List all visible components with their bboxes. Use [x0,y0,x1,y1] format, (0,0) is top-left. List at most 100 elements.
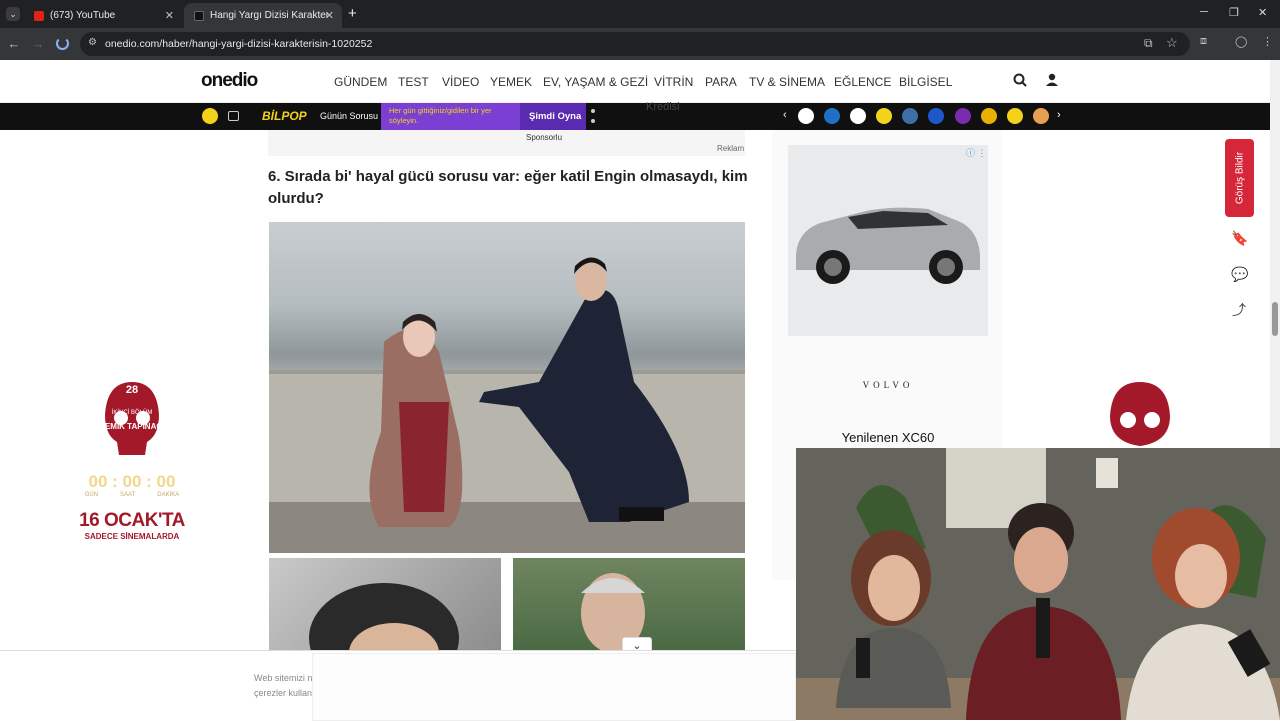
nav-para[interactable]: PARA [705,75,737,89]
bottom-ad-slot [312,653,796,721]
forward-icon[interactable]: → [30,36,46,51]
site-header: onedio GÜNDEM TEST VİDEO YEMEK EV, YAŞAM… [0,60,1270,103]
channel-icon-2[interactable] [824,108,840,124]
url-text[interactable]: onedio.com/haber/hangi-yargi-dizisi-kara… [105,38,372,50]
bilpop-logo[interactable]: BİLPOP [262,109,307,123]
label-saat: SAAT [120,492,136,498]
cast-icon[interactable]: ⧉ [1144,36,1153,51]
chevron-left-icon[interactable]: ‹ [783,109,787,121]
close-window-icon[interactable]: ✕ [1258,6,1267,19]
new-tab-button[interactable]: + [348,5,357,22]
suv-illustration [796,207,980,284]
channel-icon-1[interactable] [798,108,814,124]
user-icon[interactable] [1045,73,1059,87]
label-dakika: DAKİKA [157,492,180,498]
site-info-icon[interactable]: ⚙ [88,37,97,48]
back-icon[interactable]: ← [6,36,22,51]
bilpop-strip: BİLPOP Günün Sorusu Her gün gittiğiniz/g… [0,101,1270,130]
nav-vitrin[interactable]: VİTRİN [654,75,693,89]
comments-icon[interactable]: 💬 [1231,266,1248,282]
channel-icon-5[interactable] [902,108,918,124]
pager-dots[interactable] [591,109,595,123]
car-ad-image[interactable]: ⓘ ⋮ [788,145,988,336]
browser-tab-bar: ⌄ (673) YouTube ✕ Hangi Yargı Dizisi Kar… [0,0,1280,28]
nav-ev-yasam-gezi[interactable]: EV, YAŞAM & GEZİ [543,75,648,89]
channel-icon-4[interactable] [876,108,892,124]
channel-icon-8[interactable] [981,108,997,124]
answer-1-illustration [309,583,459,650]
menu-icon[interactable]: ⋮ [1262,35,1273,48]
ad-info-icon[interactable]: ⓘ ⋮ [966,146,987,159]
bookmark-icon[interactable]: 🔖 [1231,230,1248,246]
feedback-button[interactable]: Görüş Bildir [1225,139,1254,217]
promo-text: Her gün gittiğiniz/gidilen bir yer söyle… [389,106,492,125]
close-tab-icon[interactable]: ✕ [165,9,174,22]
question-title: 6. Sırada bi' hayal gücü sorusu var: eğe… [268,168,748,207]
webcam-scene [796,448,1280,720]
search-icon[interactable] [1013,73,1027,87]
ad-movie-title: KEMİK TAPINAĞI [99,422,165,431]
nav-video[interactable]: VİDEO [442,75,479,89]
nav-tv-sinema[interactable]: TV & SİNEMA [749,75,825,89]
scene-illustration [269,257,745,553]
play-now-button[interactable]: Şimdi Oyna [520,103,586,130]
scroll-thumb[interactable] [1272,302,1278,336]
omnibox[interactable]: ⚙ onedio.com/haber/hangi-yargi-dizisi-ka… [80,32,1190,56]
channel-icon-9[interactable] [1007,108,1023,124]
chevron-right-icon[interactable]: › [1057,109,1061,121]
nav-eglence[interactable]: EĞLENCE [834,75,891,89]
gunun-sorusu-label: Günün Sorusu [320,111,379,121]
profile-icon[interactable]: ◯ [1235,35,1247,48]
feedback-label: Görüş Bildir [1234,151,1245,205]
answer-image-1[interactable] [269,558,501,650]
right-movie-ad[interactable] [1098,380,1182,453]
face-icon[interactable] [202,108,218,124]
youtube-icon [34,10,44,21]
onedio-favicon-icon [194,10,204,21]
tab-title: (673) YouTube [50,10,116,21]
tab-search-button[interactable]: ⌄ [6,7,20,21]
address-bar: ← → ⚙ onedio.com/haber/hangi-yargi-dizis… [0,28,1280,60]
bookmark-star-icon[interactable]: ☆ [1166,35,1178,51]
close-tab-icon[interactable]: ✕ [325,9,334,22]
release-date: 16 OCAK'TA [79,510,185,531]
release-note: SADECE SİNEMALARDA [84,532,180,541]
extensions-icon[interactable]: ⧈ [1200,35,1207,48]
loading-spinner-icon[interactable] [56,37,69,50]
ad-box-top [268,130,745,156]
countdown: 00 : 00 : 00 [88,472,176,491]
news-icon[interactable] [228,111,239,121]
label-gun: GÜN [84,492,99,498]
tab-youtube[interactable]: (673) YouTube ✕ [24,3,182,28]
tab-title: Hangi Yargı Dizisi Karakterisin? [210,10,328,21]
car-model-title[interactable]: Yenilenen XC60 [788,430,988,445]
channel-icon-10[interactable] [1033,108,1049,124]
cookie-banner: Web sitemizi n çerezler kullanı [0,650,800,721]
promo-question[interactable]: Her gün gittiğiniz/gidilen bir yer söyle… [381,103,520,130]
left-movie-ad[interactable]: 28 İKİNCİ BÖLÜM KEMİK TAPINAĞI 00 : 00 :… [72,380,192,541]
behind-text: Kredisi [646,101,680,113]
share-icon[interactable]: ⤴ [1231,302,1247,318]
nav-gundem[interactable]: GÜNDEM [334,75,387,89]
onedio-logo[interactable]: onedio [201,70,258,92]
minimize-icon[interactable]: ─ [1200,6,1208,18]
channel-icon-7[interactable] [955,108,971,124]
sponsored-label: Sponsorlu [526,133,563,142]
play-now-label: Şimdi Oyna [529,111,582,122]
question-main-image[interactable] [269,222,745,553]
restore-icon[interactable]: ❐ [1229,6,1239,19]
webcam-overlay [796,448,1280,720]
reklam-label: Reklam [717,144,745,153]
ad-subtitle: İKİNCİ BÖLÜM [111,410,153,416]
channel-icon-3[interactable] [850,108,866,124]
skull-logo-icon: 28 İKİNCİ BÖLÜM KEMİK TAPINAĞI [97,380,167,458]
ad-number: 28 [125,384,139,396]
tab-onedio[interactable]: Hangi Yargı Dizisi Karakterisin? ✕ [184,3,342,28]
countdown-labels: GÜN SAAT DAKİKA [72,492,192,498]
channel-icon-6[interactable] [928,108,944,124]
volvo-brand: VOLVO [862,380,914,390]
nav-yemek[interactable]: YEMEK [490,75,532,89]
cookie-text-1: Web sitemizi n [254,673,313,683]
nav-test[interactable]: TEST [398,75,429,89]
nav-bilgisel[interactable]: BİLGİSEL [899,75,952,89]
